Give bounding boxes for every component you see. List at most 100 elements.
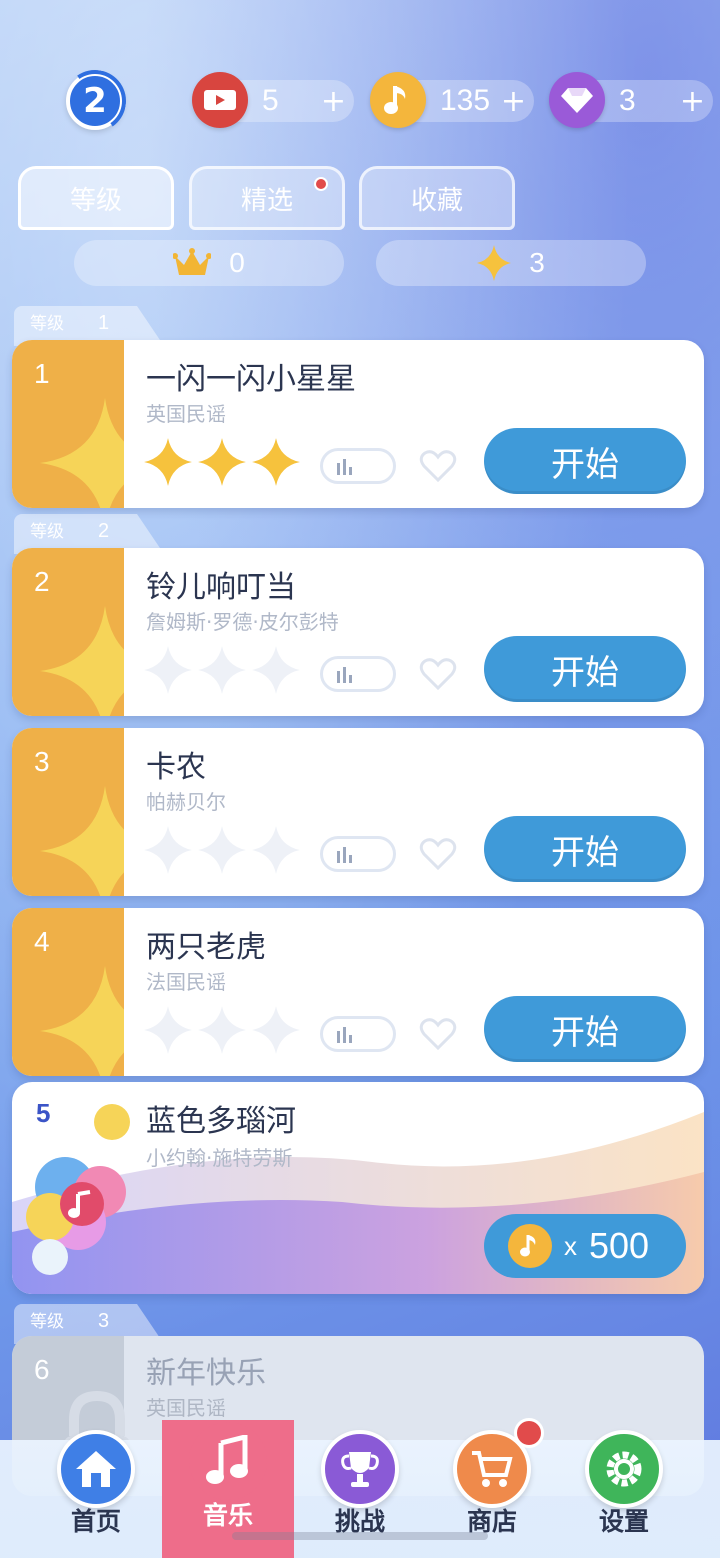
- level-progress-arc: [59, 65, 131, 137]
- star-empty-icon: [198, 646, 246, 694]
- balloon-music-icon: [26, 1104, 130, 1275]
- tab-favorites[interactable]: 收藏: [359, 166, 515, 230]
- song-stars: [142, 436, 302, 488]
- start-button[interactable]: 开始: [484, 636, 686, 702]
- song-number: 6: [34, 1354, 50, 1385]
- group-label-text: 等级: [30, 522, 64, 542]
- star-filled-icon: [144, 438, 192, 486]
- star-empty-icon: [198, 826, 246, 874]
- notification-badge: [514, 1418, 544, 1448]
- song-title: 新年快乐: [146, 1356, 266, 1391]
- song-title: 卡农: [146, 750, 206, 785]
- star-filled-icon: [198, 438, 246, 486]
- gear-icon: [585, 1430, 663, 1508]
- song-thumbnail: 1: [12, 340, 124, 508]
- music-note-icon: [508, 1224, 552, 1268]
- leaderboard-button[interactable]: [320, 656, 396, 692]
- favorite-heart-icon[interactable]: [418, 1014, 458, 1054]
- song-artist: 詹姆斯·罗德·皮尔彭特: [146, 610, 339, 634]
- nav-challenge[interactable]: 挑战: [300, 1430, 420, 1558]
- diamond-amount: 3: [619, 84, 636, 117]
- leaderboard-button[interactable]: [320, 836, 396, 872]
- buy-song-button[interactable]: x 500: [484, 1214, 686, 1278]
- home-icon: [57, 1430, 135, 1508]
- song-card[interactable]: 1 一闪一闪小星星 英国民谣 开始: [12, 340, 704, 508]
- start-button[interactable]: 开始: [484, 428, 686, 494]
- star-icon: [477, 245, 512, 281]
- song-title: 两只老虎: [146, 930, 266, 965]
- start-button[interactable]: 开始: [484, 816, 686, 882]
- crown-count: 0: [229, 247, 245, 278]
- song-artist: 英国民谣: [146, 402, 226, 426]
- nav-settings[interactable]: 设置: [564, 1430, 684, 1558]
- star-empty-icon: [198, 1006, 246, 1054]
- home-indicator[interactable]: [232, 1532, 488, 1540]
- song-thumbnail: 2: [12, 548, 124, 716]
- leaderboard-button[interactable]: [320, 1016, 396, 1052]
- music-note-icon: [189, 1422, 267, 1500]
- leaderboard-button[interactable]: [320, 448, 396, 484]
- notification-dot: [314, 177, 328, 191]
- song-title: 一闪一闪小星星: [146, 362, 356, 397]
- start-button[interactable]: 开始: [484, 996, 686, 1062]
- favorite-heart-icon[interactable]: [418, 834, 458, 874]
- ticket-icon: [192, 72, 248, 128]
- song-price: 500: [589, 1225, 650, 1266]
- song-artist: 英国民谣: [146, 1396, 226, 1420]
- song-thumbnail: 4: [12, 908, 124, 1076]
- music-note-icon: [370, 72, 426, 128]
- star-empty-icon: [144, 826, 192, 874]
- add-diamond-button[interactable]: +: [680, 84, 705, 119]
- trophy-icon: [321, 1430, 399, 1508]
- song-card[interactable]: 3 卡农 帕赫贝尔 开始: [12, 728, 704, 896]
- diamond-counter[interactable]: 3 +: [549, 72, 713, 128]
- star-count: 3: [529, 247, 545, 278]
- favorite-heart-icon[interactable]: [418, 654, 458, 694]
- price-multiplier: x: [564, 1230, 577, 1261]
- star-stat: 3: [376, 240, 646, 286]
- tab-featured[interactable]: 精选: [189, 166, 345, 230]
- sparkle-icon: [40, 786, 124, 896]
- star-empty-icon: [144, 646, 192, 694]
- sparkle-icon: [40, 606, 124, 716]
- tab-label: 等级: [69, 185, 122, 216]
- nav-home[interactable]: 首页: [36, 1430, 156, 1558]
- song-number: 1: [34, 358, 50, 389]
- song-card[interactable]: 2 铃儿响叮当 詹姆斯·罗德·皮尔彭特 开始: [12, 548, 704, 716]
- group-label-text: 等级: [30, 314, 64, 334]
- player-level-badge[interactable]: 2: [59, 65, 131, 137]
- nav-shop[interactable]: 商店: [432, 1418, 552, 1558]
- group-number: 1: [98, 312, 110, 334]
- nav-label: 设置: [598, 1507, 649, 1536]
- note-counter[interactable]: 135 +: [370, 72, 534, 128]
- song-title: 铃儿响叮当: [146, 570, 296, 605]
- tab-level[interactable]: 等级: [18, 166, 174, 230]
- bar-chart-icon: [337, 459, 352, 475]
- song-title: 蓝色多瑙河: [146, 1104, 296, 1139]
- sparkle-icon: [40, 398, 124, 508]
- star-empty-icon: [252, 646, 300, 694]
- add-note-button[interactable]: +: [501, 84, 526, 119]
- favorite-heart-icon[interactable]: [418, 446, 458, 486]
- bar-chart-icon: [337, 667, 352, 683]
- group-number: 2: [98, 520, 110, 542]
- song-card[interactable]: 4 两只老虎 法国民谣 开始: [12, 908, 704, 1076]
- bar-chart-icon: [337, 847, 352, 863]
- ticket-amount: 5: [262, 84, 279, 117]
- tab-label: 精选: [240, 185, 293, 216]
- song-number: 2: [34, 566, 50, 597]
- crown-stat: 0: [74, 240, 344, 286]
- nav-label: 音乐: [202, 1501, 253, 1530]
- note-amount: 135: [440, 84, 491, 117]
- ticket-counter[interactable]: 5 +: [192, 72, 354, 128]
- add-ticket-button[interactable]: +: [321, 84, 346, 119]
- song-number: 3: [34, 746, 50, 777]
- song-stars: [142, 644, 302, 696]
- crown-icon: [173, 248, 212, 275]
- group-number: 3: [98, 1310, 110, 1332]
- song-stars: [142, 824, 302, 876]
- song-artist: 小约翰·施特劳斯: [146, 1146, 293, 1170]
- song-number: 4: [34, 926, 50, 957]
- premium-song-card[interactable]: 5 蓝色多瑙河 小约翰·施特劳斯 x 500: [12, 1082, 704, 1294]
- sparkle-icon: [40, 966, 124, 1076]
